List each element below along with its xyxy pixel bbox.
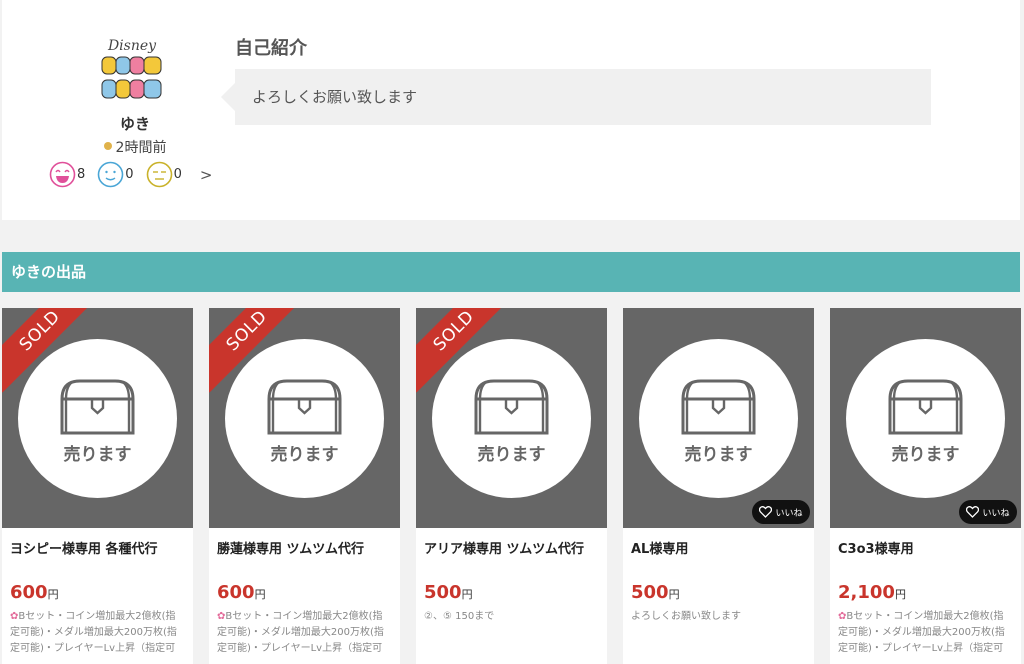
sell-label: 売ります [63, 445, 132, 465]
price-value: 600 [10, 582, 48, 603]
rating-bad-count: 0 [173, 167, 182, 182]
listing-description: よろしくお願い致します [631, 611, 741, 622]
listing-description: ②、⑤ 150まで [424, 611, 495, 622]
treasure-chest-icon [474, 379, 549, 435]
heart-icon [759, 506, 773, 518]
listing-description: ✿Bセット・コイン増加最大2億枚(指定可能)・メダル増加最大200万枚(指定可能… [209, 603, 400, 659]
listing-image[interactable]: 売ります SOLD [2, 308, 193, 528]
listing-description: ✿Bセット・コイン増加最大2億枚(指定可能)・メダル増加最大200万枚(指定可能… [2, 603, 193, 659]
heart-icon [966, 506, 980, 518]
price-currency: 円 [47, 588, 59, 601]
rating-summary[interactable]: 8 0 0 > [49, 161, 212, 188]
price-value: 600 [217, 582, 255, 603]
price-value: 2,100 [838, 582, 895, 603]
listing-image[interactable]: 売ります SOLD [209, 308, 400, 528]
bad-face-icon [146, 161, 172, 188]
listing-description-text: Bセット・コイン増加最大2億枚(指定可能)・メダル増加最大200万枚(指定可能)… [217, 611, 384, 654]
listing-card[interactable]: 売ります SOLD アリア様専用 ツムツム代行 500円 ②、⑤ 150まで [416, 308, 607, 664]
intro-title: 自己紹介 [235, 38, 307, 59]
profile-card: Disney ゆき 2時間前 8 0 0 > 自己紹介 よろしくお願い致します [2, 0, 1020, 220]
username: ゆき [119, 115, 150, 133]
price-value: 500 [424, 582, 462, 603]
last-seen-text: 2時間前 [115, 140, 167, 156]
intro-bubble: よろしくお願い致します [221, 69, 931, 125]
listing-image[interactable]: 売ります SOLD [416, 308, 607, 528]
listing-image-circle: 売ります [18, 339, 177, 498]
treasure-chest-icon [681, 379, 756, 435]
listing-image-circle: 売ります [225, 339, 384, 498]
listing-price: 500円 [623, 572, 814, 603]
ratings-more-link[interactable]: > [200, 166, 213, 184]
sell-label: 売ります [477, 445, 546, 465]
listing-description-text: Bセット・コイン増加最大2億枚(指定可能)・メダル増加最大200万枚(指定可能)… [10, 611, 177, 654]
listing-header: ゆきの出品 [2, 252, 1020, 292]
sell-label: 売ります [891, 445, 960, 465]
like-label: いいね [982, 508, 1010, 519]
listing-grid: 売ります SOLD ヨシピー様専用 各種代行 600円 ✿Bセット・コイン増加最… [2, 308, 1024, 664]
listing-description: ✿Bセット・コイン増加最大2億枚(指定可能)・メダル増加最大200万枚(指定可能… [830, 603, 1021, 659]
rating-normal-count: 0 [125, 167, 134, 182]
listing-image-circle: 売ります [639, 339, 798, 498]
listing-image[interactable]: 売ります いいね [623, 308, 814, 528]
price-currency: 円 [254, 588, 266, 601]
sell-label: 売ります [270, 445, 339, 465]
rating-good: 8 [49, 161, 85, 188]
listing-price: 600円 [2, 572, 193, 603]
rating-bad: 0 [146, 161, 182, 188]
disney-tsum-tsum-logo: Disney [101, 38, 162, 99]
listing-title[interactable]: AL様専用 [623, 528, 814, 572]
price-currency: 円 [461, 588, 473, 601]
online-status-dot [103, 142, 112, 150]
like-button[interactable]: いいね [752, 500, 810, 524]
like-button[interactable]: いいね [959, 500, 1017, 524]
listing-title[interactable]: C3o3様専用 [830, 528, 1021, 572]
last-seen: 2時間前 [2, 137, 268, 157]
svg-text:Disney: Disney [107, 38, 157, 54]
listing-price: 500円 [416, 572, 607, 603]
price-value: 500 [631, 582, 669, 603]
listing-card[interactable]: 売ります SOLD 勝蓮様専用 ツムツム代行 600円 ✿Bセット・コイン増加最… [209, 308, 400, 664]
listing-price: 2,100円 [830, 572, 1021, 603]
rating-good-count: 8 [77, 167, 86, 182]
listing-card[interactable]: 売ります SOLD ヨシピー様専用 各種代行 600円 ✿Bセット・コイン増加最… [2, 308, 193, 664]
listing-description-text: Bセット・コイン増加最大2億枚(指定可能)・メダル増加最大200万枚(指定可能)… [838, 611, 1005, 654]
normal-face-icon [97, 161, 124, 188]
good-face-icon [49, 161, 76, 188]
treasure-chest-icon [60, 379, 135, 435]
treasure-chest-icon [888, 379, 963, 435]
price-currency: 円 [894, 588, 906, 601]
listing-card[interactable]: 売ります いいね C3o3様専用 2,100円 ✿Bセット・コイン増加最大2億枚… [830, 308, 1021, 664]
price-currency: 円 [668, 588, 680, 601]
rating-normal: 0 [97, 161, 134, 188]
listing-image-circle: 売ります [432, 339, 591, 498]
like-label: いいね [775, 508, 803, 519]
listing-title[interactable]: アリア様専用 ツムツム代行 [416, 528, 607, 572]
listing-title[interactable]: 勝蓮様専用 ツムツム代行 [209, 528, 400, 572]
listing-title[interactable]: ヨシピー様専用 各種代行 [2, 528, 193, 572]
listing-image[interactable]: 売ります いいね [830, 308, 1021, 528]
treasure-chest-icon [267, 379, 342, 435]
listing-image-circle: 売ります [846, 339, 1005, 498]
listing-card[interactable]: 売ります いいね AL様専用 500円 よろしくお願い致します [623, 308, 814, 664]
sell-label: 売ります [684, 445, 753, 465]
listing-price: 600円 [209, 572, 400, 603]
